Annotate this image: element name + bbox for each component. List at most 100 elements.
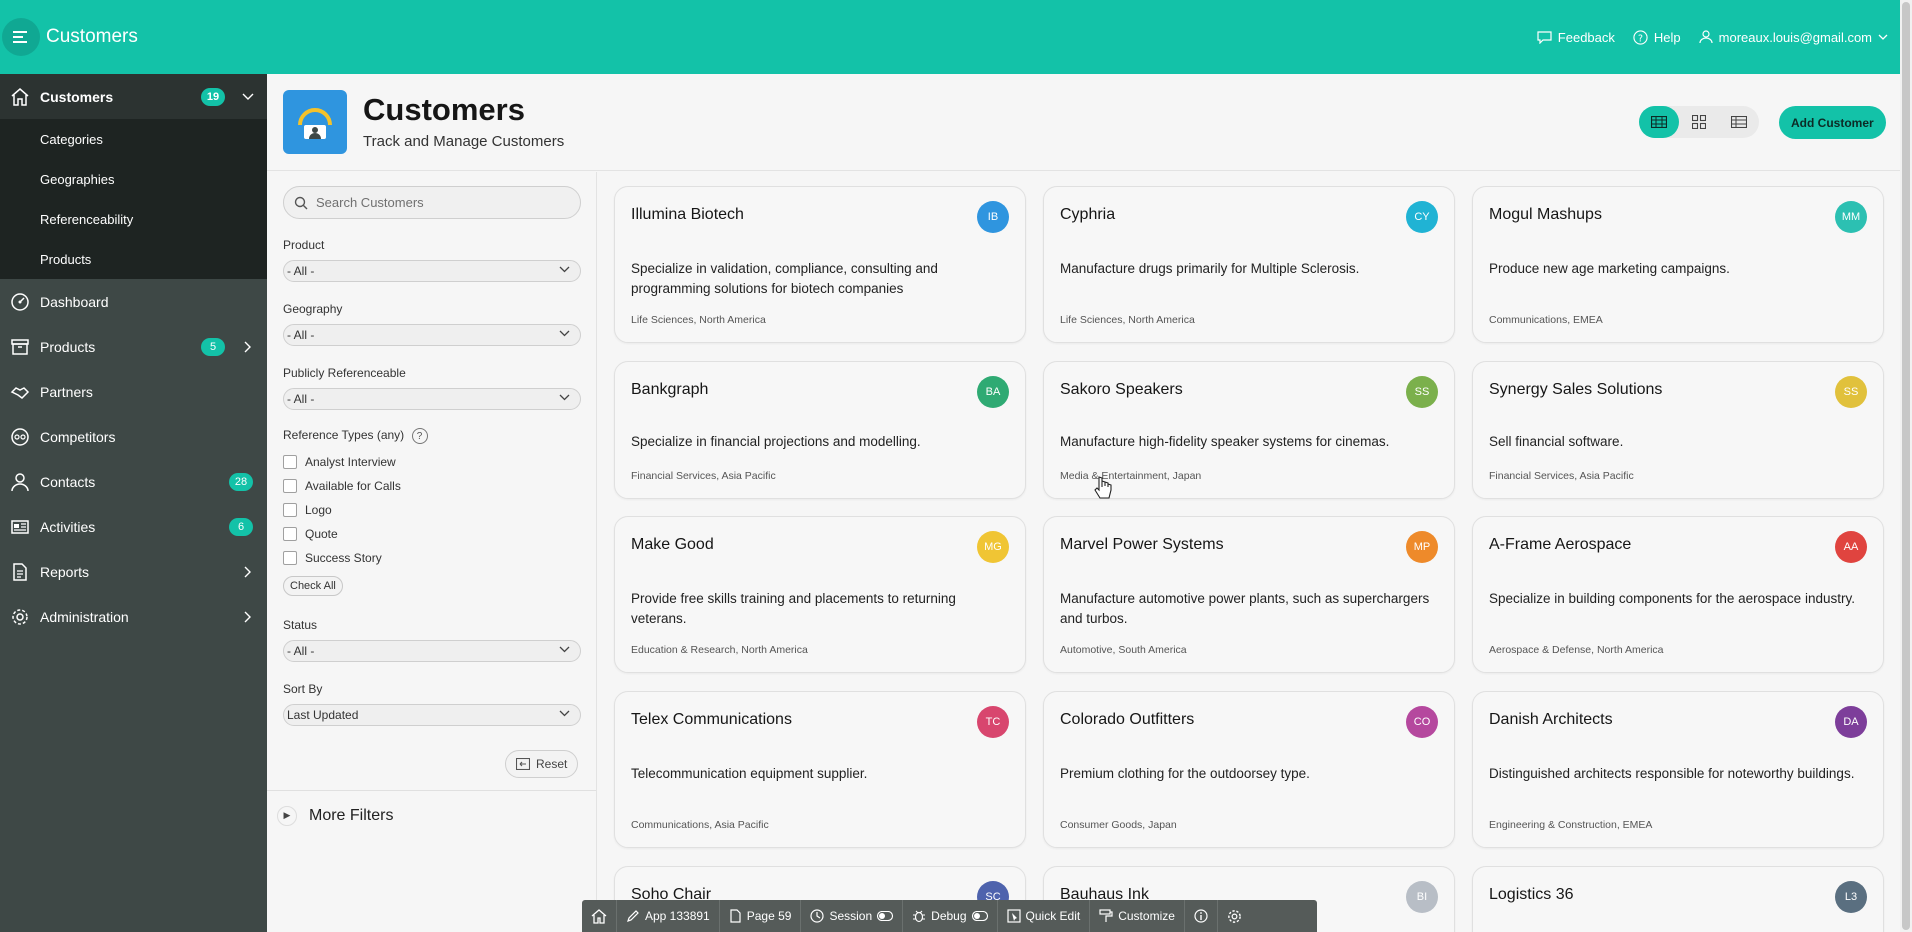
customer-name[interactable]: Sakoro Speakers — [1060, 381, 1183, 399]
customer-card[interactable]: Logistics 36 L3 — [1472, 866, 1884, 932]
dev-app-button[interactable]: App 133891 — [617, 900, 720, 932]
customer-card[interactable]: Synergy Sales Solutions SS Sell financia… — [1472, 361, 1884, 499]
customer-card[interactable]: Mogul Mashups MM Produce new age marketi… — [1472, 186, 1884, 343]
submenu-item-geographies[interactable]: Geographies — [0, 159, 267, 199]
search-box[interactable] — [283, 186, 581, 219]
dev-session-button[interactable]: Session — [801, 900, 904, 932]
customer-avatar: TC — [977, 706, 1009, 738]
chevron-right-icon[interactable] — [239, 341, 257, 353]
dev-quick-edit-button[interactable]: Quick Edit — [998, 900, 1091, 932]
reference-types-label: Reference Types (any) — [283, 428, 405, 443]
search-icon — [294, 196, 308, 209]
customer-name[interactable]: Logistics 36 — [1489, 886, 1574, 904]
chat-icon — [1537, 30, 1552, 44]
dev-session-label: Session — [829, 909, 873, 923]
customer-meta: Education & Research, North America — [631, 644, 808, 656]
customer-card[interactable]: A-Frame Aerospace AA Specialize in build… — [1472, 516, 1884, 673]
submenu-item-products[interactable]: Products — [0, 239, 267, 279]
user-menu[interactable]: moreaux.louis@gmail.com — [1699, 30, 1888, 45]
customer-name[interactable]: Illumina Biotech — [631, 206, 744, 224]
sidebar-item-label: Products — [40, 338, 96, 355]
sidebar-item-partners[interactable]: Partners — [0, 369, 267, 414]
sort-by-select[interactable]: Last Updated — [283, 704, 581, 726]
customer-meta: Life Sciences, North America — [1060, 314, 1195, 326]
feedback-link[interactable]: Feedback — [1537, 30, 1615, 45]
customer-name[interactable]: A-Frame Aerospace — [1489, 536, 1631, 554]
customer-name[interactable]: Mogul Mashups — [1489, 206, 1602, 224]
customer-card[interactable]: Danish Architects DA Distinguished archi… — [1472, 691, 1884, 848]
customer-name[interactable]: Danish Architects — [1489, 711, 1613, 729]
checkbox-success-story[interactable]: Success Story — [283, 548, 382, 568]
customer-card[interactable]: Telex Communications TC Telecommunicatio… — [614, 691, 1026, 848]
customer-card[interactable]: Cyphria CY Manufacture drugs primarily f… — [1043, 186, 1455, 343]
customer-name[interactable]: Make Good — [631, 536, 714, 554]
customer-name[interactable]: Colorado Outfitters — [1060, 711, 1194, 729]
dev-customize-button[interactable]: Customize — [1090, 900, 1185, 932]
check-all-button[interactable]: Check All — [283, 576, 343, 596]
hamburger-menu-button[interactable] — [2, 18, 40, 56]
dev-debug-button[interactable]: Debug — [903, 900, 998, 932]
app-title[interactable]: Customers — [46, 26, 138, 48]
help-icon[interactable]: ? — [411, 428, 428, 444]
tiles-view-button[interactable] — [1679, 106, 1719, 138]
referenceable-select[interactable]: - All - — [283, 388, 581, 410]
checkbox[interactable] — [283, 479, 297, 493]
checkbox-logo[interactable]: Logo — [283, 500, 332, 520]
reset-icon — [516, 758, 530, 770]
sidebar-item-label: Partners — [40, 383, 93, 400]
search-input[interactable] — [316, 195, 556, 210]
checkbox[interactable] — [283, 503, 297, 517]
dev-quick-edit-label: Quick Edit — [1025, 909, 1081, 923]
dev-settings-button[interactable] — [1218, 900, 1251, 932]
customer-card[interactable]: Illumina Biotech IB Specialize in valida… — [614, 186, 1026, 343]
checkbox-available-for-calls[interactable]: Available for Calls — [283, 476, 401, 496]
report-icon — [8, 560, 32, 584]
svg-text:?: ? — [1638, 33, 1643, 44]
sidebar-item-customers[interactable]: Customers 19 — [0, 74, 267, 119]
customer-name[interactable]: Marvel Power Systems — [1060, 536, 1224, 554]
status-select[interactable]: - All - — [283, 640, 581, 662]
sidebar-item-competitors[interactable]: Competitors — [0, 414, 267, 459]
checkbox-quote[interactable]: Quote — [283, 524, 338, 544]
chevron-right-icon[interactable] — [239, 611, 257, 623]
checkbox[interactable] — [283, 527, 297, 541]
dev-page-button[interactable]: Page 59 — [720, 900, 802, 932]
user-icon — [1699, 30, 1713, 44]
checkbox-analyst-interview[interactable]: Analyst Interview — [283, 452, 396, 472]
customer-name[interactable]: Bankgraph — [631, 381, 708, 399]
product-select[interactable]: - All - — [283, 260, 581, 282]
checkbox[interactable] — [283, 551, 297, 565]
customer-name[interactable]: Cyphria — [1060, 206, 1115, 224]
customer-name[interactable]: Telex Communications — [631, 711, 792, 729]
dev-info-button[interactable] — [1185, 900, 1218, 932]
reset-button[interactable]: Reset — [505, 750, 579, 778]
checkbox[interactable] — [283, 455, 297, 469]
sidebar-item-contacts[interactable]: Contacts 28 — [0, 459, 267, 504]
more-filters-toggle[interactable]: ▶ More Filters — [267, 790, 596, 840]
cards-view-button[interactable] — [1639, 106, 1679, 138]
chevron-right-icon[interactable] — [239, 566, 257, 578]
sidebar-item-dashboard[interactable]: Dashboard — [0, 279, 267, 324]
customer-description: Provide free skills training and placeme… — [631, 591, 956, 626]
customer-card[interactable]: Bankgraph BA Specialize in financial pro… — [614, 361, 1026, 499]
dev-customize-label: Customize — [1118, 909, 1175, 923]
sidebar-item-activities[interactable]: Activities 6 — [0, 504, 267, 549]
chevron-down-icon[interactable] — [239, 93, 257, 101]
table-view-button[interactable] — [1719, 106, 1759, 138]
newspaper-icon — [8, 515, 32, 539]
customer-card[interactable]: Marvel Power Systems MP Manufacture auto… — [1043, 516, 1455, 673]
chevron-down-icon — [1878, 34, 1888, 40]
add-customer-button[interactable]: Add Customer — [1779, 106, 1886, 139]
dev-home-button[interactable] — [582, 900, 617, 932]
submenu-item-categories[interactable]: Categories — [0, 119, 267, 159]
sidebar-item-products[interactable]: Products 5 — [0, 324, 267, 369]
customer-name[interactable]: Synergy Sales Solutions — [1489, 381, 1662, 399]
sidebar-item-administration[interactable]: Administration — [0, 594, 267, 639]
sidebar-item-reports[interactable]: Reports — [0, 549, 267, 594]
customer-card[interactable]: Colorado Outfitters CO Premium clothing … — [1043, 691, 1455, 848]
geography-select[interactable]: - All - — [283, 324, 581, 346]
page-scrollbar-thumb[interactable] — [1902, 2, 1910, 930]
help-link[interactable]: ? Help — [1633, 30, 1681, 45]
customer-card[interactable]: Make Good MG Provide free skills trainin… — [614, 516, 1026, 673]
submenu-item-referenceability[interactable]: Referenceability — [0, 199, 267, 239]
